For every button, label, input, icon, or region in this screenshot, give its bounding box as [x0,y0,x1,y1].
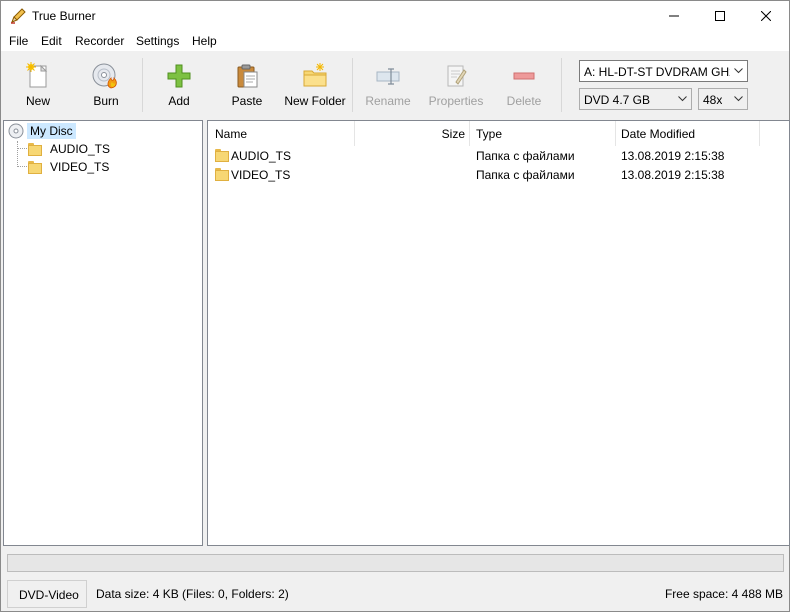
burn-progress-bar [7,554,784,572]
new-label: New [25,94,50,108]
row-type: Папка с файлами [476,168,575,182]
title-bar[interactable]: True Burner [1,1,789,31]
close-button[interactable] [743,1,789,31]
properties-icon [447,65,467,87]
speed-value: 48x [703,93,723,107]
column-header-name[interactable]: Name [208,121,354,146]
column-type-label: Type [476,127,503,141]
column-divider[interactable] [759,121,760,146]
list-item[interactable]: AUDIO_TS Папка с файлами 13.08.2019 2:15… [208,147,788,166]
paste-button[interactable]: Paste [220,58,274,114]
rename-icon [376,68,400,85]
tree-item-video-ts[interactable]: VIDEO_TS [28,158,112,176]
row-name: VIDEO_TS [231,168,291,182]
new-folder-label: New Folder [284,94,346,108]
free-space-label: Free space: 4 488 MB [664,587,783,601]
tree-item-my-disc[interactable]: My Disc [8,122,76,140]
paste-label: Paste [231,94,263,108]
disc-icon [8,123,24,139]
tree-label-my-disc: My Disc [27,123,76,139]
main-window: True Burner File Edit Recorder Settings … [0,0,790,612]
new-folder-button[interactable]: New Folder [284,58,346,114]
add-label: Add [168,94,190,108]
row-date: 13.08.2019 2:15:38 [621,168,725,182]
row-date: 13.08.2019 2:15:38 [621,149,725,163]
column-name-label: Name [215,127,248,141]
properties-button[interactable]: Properties [425,58,487,114]
delete-label: Delete [506,94,542,108]
delete-button[interactable]: Delete [497,58,551,114]
burn-disc-icon [92,63,117,89]
chevron-down-icon [730,61,747,81]
data-size-label: Data size: 4 KB (Files: 0, Folders: 2) [96,587,289,601]
rename-button[interactable]: Rename [359,58,417,114]
menu-bar: File Edit Recorder Settings Help [1,31,789,51]
menu-settings[interactable]: Settings [136,34,179,48]
disc-tree[interactable]: My Disc AUDIO_TS VIDEO_TS [3,120,203,546]
new-disc-icon [26,62,48,88]
minimize-icon [669,15,679,17]
speed-select[interactable]: 48x [698,88,748,110]
column-header-date[interactable]: Date Modified [616,121,759,146]
folder-icon [215,149,229,165]
drive-select-value: A: HL-DT-ST DVDRAM GH22 [584,65,730,79]
add-button[interactable]: Add [152,58,206,114]
folder-icon [215,168,229,184]
tree-label-audio-ts: AUDIO_TS [50,142,111,156]
minimize-button[interactable] [651,1,697,31]
menu-edit[interactable]: Edit [41,34,62,48]
maximize-icon [715,11,725,21]
new-button[interactable]: New [11,58,65,114]
maximize-button[interactable] [697,1,743,31]
tree-line [17,141,18,167]
add-plus-icon [167,64,191,88]
toolbar: New Burn Add Paste New Folder Rename Pro… [1,52,789,118]
toolbar-separator [142,58,143,112]
column-size-label: Size [441,127,465,141]
burn-button[interactable]: Burn [79,58,133,114]
folder-icon [28,160,42,174]
delete-minus-icon [513,72,535,80]
paste-clipboard-icon [237,64,258,88]
chevron-down-icon [730,89,747,109]
column-header-size[interactable]: Size [355,121,469,146]
drive-select[interactable]: A: HL-DT-ST DVDRAM GH22 [579,60,748,82]
rename-label: Rename [365,94,411,108]
menu-recorder[interactable]: Recorder [75,34,124,48]
chevron-down-icon [674,89,691,109]
folder-icon [28,142,42,156]
file-list[interactable]: Name Size Type Date Modified AUDIO_TS Па… [207,120,790,546]
tree-item-audio-ts[interactable]: AUDIO_TS [28,140,113,158]
menu-file[interactable]: File [9,34,28,48]
toolbar-separator [352,58,353,112]
disc-format-label: DVD-Video [19,588,79,602]
disc-format-box: DVD-Video [7,580,87,608]
app-pencil-icon [11,8,26,24]
toolbar-separator [561,58,562,112]
close-icon [761,11,771,21]
properties-label: Properties [428,94,484,108]
disc-type-value: DVD 4.7 GB [584,93,651,107]
column-date-label: Date Modified [621,127,696,141]
status-bar: DVD-Video Data size: 4 KB (Files: 0, Fol… [1,578,789,611]
window-title: True Burner [32,9,96,23]
row-name: AUDIO_TS [231,149,292,163]
burn-label: Burn [93,94,119,108]
disc-type-select[interactable]: DVD 4.7 GB [579,88,692,110]
row-type: Папка с файлами [476,149,575,163]
tree-label-video-ts: VIDEO_TS [50,160,110,174]
menu-help[interactable]: Help [192,34,217,48]
list-item[interactable]: VIDEO_TS Папка с файлами 13.08.2019 2:15… [208,166,788,185]
column-header-type[interactable]: Type [470,121,615,146]
new-folder-icon [303,63,327,87]
